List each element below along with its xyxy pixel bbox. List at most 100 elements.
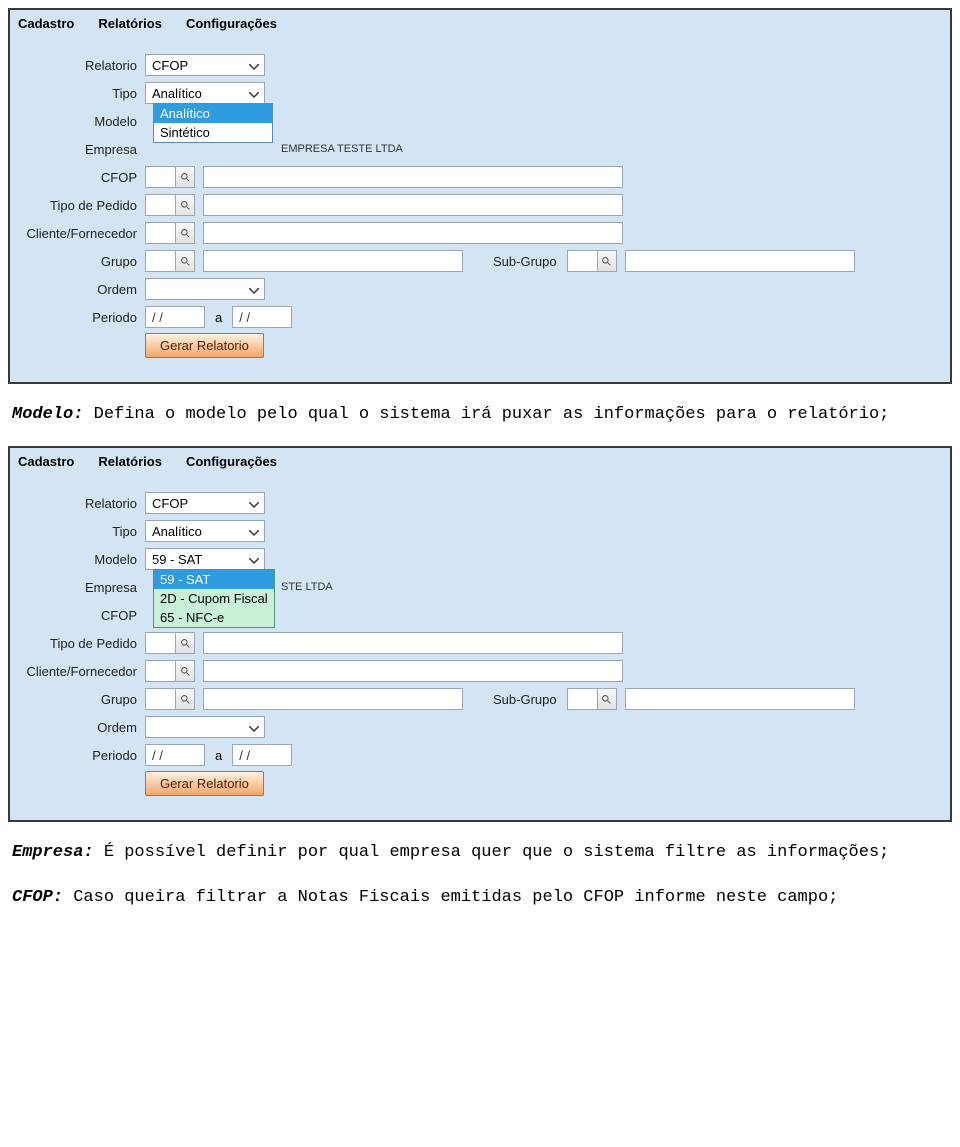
dropdown-option-analitico[interactable]: Analítico <box>154 104 272 123</box>
label-tipo: Tipo <box>20 524 145 539</box>
label-modelo: Modelo <box>20 552 145 567</box>
gerar-relatorio-button[interactable]: Gerar Relatorio <box>145 771 264 796</box>
input-periodo-end[interactable]: / / <box>232 306 292 328</box>
lookup-tipo-pedido[interactable] <box>145 194 195 216</box>
input-tipo-pedido-desc[interactable] <box>203 194 623 216</box>
label-subgrupo: Sub-Grupo <box>493 692 557 707</box>
input-cliente-desc[interactable] <box>203 660 623 682</box>
menubar: Cadastro Relatórios Configurações <box>10 448 950 477</box>
label-grupo: Grupo <box>20 254 145 269</box>
chevron-down-icon <box>246 496 262 511</box>
paragraph-cfop-label: CFOP: <box>12 888 63 907</box>
dropdown-tipo: Analítico Sintético <box>153 103 273 143</box>
label-relatorio: Relatorio <box>20 58 145 73</box>
input-grupo-desc[interactable] <box>203 250 463 272</box>
input-subgrupo-code[interactable] <box>567 688 597 710</box>
lookup-grupo-button[interactable] <box>175 250 195 272</box>
paragraph-empresa-text: É possível definir por qual empresa quer… <box>94 843 890 862</box>
combo-tipo[interactable]: Analítico <box>145 520 265 542</box>
lookup-subgrupo-button[interactable] <box>597 250 617 272</box>
input-tipo-pedido-code[interactable] <box>145 194 175 216</box>
lookup-grupo[interactable] <box>145 250 195 272</box>
menu-cadastro[interactable]: Cadastro <box>18 454 74 469</box>
lookup-subgrupo-button[interactable] <box>597 688 617 710</box>
chevron-down-icon <box>246 58 262 73</box>
menu-relatorios[interactable]: Relatórios <box>98 16 162 31</box>
input-periodo-end[interactable]: / / <box>232 744 292 766</box>
chevron-down-icon <box>246 282 262 297</box>
combo-relatorio[interactable]: CFOP <box>145 492 265 514</box>
label-a: a <box>215 748 222 763</box>
label-cfop: CFOP <box>20 170 145 185</box>
chevron-down-icon <box>246 720 262 735</box>
chevron-down-icon <box>246 552 262 567</box>
label-tipo: Tipo <box>20 86 145 101</box>
input-cliente-code[interactable] <box>145 660 175 682</box>
label-grupo: Grupo <box>20 692 145 707</box>
input-periodo-start[interactable]: / / <box>145 306 205 328</box>
form-panel-2: Cadastro Relatórios Configurações Relato… <box>8 446 952 822</box>
combo-tipo[interactable]: Analítico <box>145 82 265 104</box>
lookup-cliente-button[interactable] <box>175 660 195 682</box>
label-ordem: Ordem <box>20 282 145 297</box>
combo-modelo[interactable]: 59 - SAT <box>145 548 265 570</box>
lookup-cfop[interactable] <box>145 166 195 188</box>
menu-configuracoes[interactable]: Configurações <box>186 16 277 31</box>
input-periodo-start[interactable]: / / <box>145 744 205 766</box>
input-subgrupo-desc[interactable] <box>625 688 855 710</box>
menu-configuracoes[interactable]: Configurações <box>186 454 277 469</box>
label-empresa: Empresa <box>20 142 145 157</box>
lookup-cliente-button[interactable] <box>175 222 195 244</box>
paragraph-empresa-label: Empresa: <box>12 843 94 862</box>
lookup-tipo-pedido[interactable] <box>145 632 195 654</box>
combo-relatorio-value: CFOP <box>152 58 188 73</box>
lookup-tipo-pedido-button[interactable] <box>175 194 195 216</box>
empresa-name-peek: STE LTDA <box>281 581 333 593</box>
input-subgrupo-desc[interactable] <box>625 250 855 272</box>
dropdown-option-65-nfce[interactable]: 65 - NFC-e <box>154 608 274 627</box>
label-tipo-pedido: Tipo de Pedido <box>20 198 145 213</box>
dropdown-option-sintetico[interactable]: Sintético <box>154 123 272 142</box>
input-cliente-code[interactable] <box>145 222 175 244</box>
label-cliente-fornecedor: Cliente/Fornecedor <box>20 226 145 241</box>
paragraph-modelo-label: Modelo: <box>12 405 83 424</box>
combo-ordem[interactable] <box>145 278 265 300</box>
lookup-grupo-button[interactable] <box>175 688 195 710</box>
combo-tipo-value: Analítico <box>152 524 202 539</box>
label-periodo: Periodo <box>20 310 145 325</box>
input-cliente-desc[interactable] <box>203 222 623 244</box>
lookup-cliente[interactable] <box>145 222 195 244</box>
lookup-cliente[interactable] <box>145 660 195 682</box>
lookup-subgrupo[interactable] <box>567 250 617 272</box>
combo-ordem[interactable] <box>145 716 265 738</box>
label-a: a <box>215 310 222 325</box>
paragraph-modelo: Modelo: Defina o modelo pelo qual o sist… <box>12 402 948 428</box>
lookup-subgrupo[interactable] <box>567 688 617 710</box>
input-grupo-code[interactable] <box>145 688 175 710</box>
input-tipo-pedido-desc[interactable] <box>203 632 623 654</box>
chevron-down-icon <box>246 524 262 539</box>
input-grupo-desc[interactable] <box>203 688 463 710</box>
lookup-grupo[interactable] <box>145 688 195 710</box>
lookup-cfop-button[interactable] <box>175 166 195 188</box>
input-cfop-desc[interactable] <box>203 166 623 188</box>
input-cfop-code[interactable] <box>145 166 175 188</box>
label-cfop: CFOP <box>20 608 145 623</box>
chevron-down-icon <box>246 86 262 101</box>
lookup-tipo-pedido-button[interactable] <box>175 632 195 654</box>
dropdown-option-2d-cupom[interactable]: 2D - Cupom Fiscal <box>154 589 274 608</box>
menubar: Cadastro Relatórios Configurações <box>10 10 950 39</box>
paragraph-modelo-text: Defina o modelo pelo qual o sistema irá … <box>83 405 889 424</box>
input-subgrupo-code[interactable] <box>567 250 597 272</box>
paragraph-empresa: Empresa: É possível definir por qual emp… <box>12 840 948 866</box>
menu-cadastro[interactable]: Cadastro <box>18 16 74 31</box>
dropdown-option-59-sat[interactable]: 59 - SAT <box>154 570 274 589</box>
input-grupo-code[interactable] <box>145 250 175 272</box>
paragraph-cfop-text: Caso queira filtrar a Notas Fiscais emit… <box>63 888 838 907</box>
dropdown-modelo: 59 - SAT 2D - Cupom Fiscal 65 - NFC-e <box>153 569 275 628</box>
gerar-relatorio-button[interactable]: Gerar Relatorio <box>145 333 264 358</box>
combo-relatorio[interactable]: CFOP <box>145 54 265 76</box>
input-tipo-pedido-code[interactable] <box>145 632 175 654</box>
menu-relatorios[interactable]: Relatórios <box>98 454 162 469</box>
label-periodo: Periodo <box>20 748 145 763</box>
